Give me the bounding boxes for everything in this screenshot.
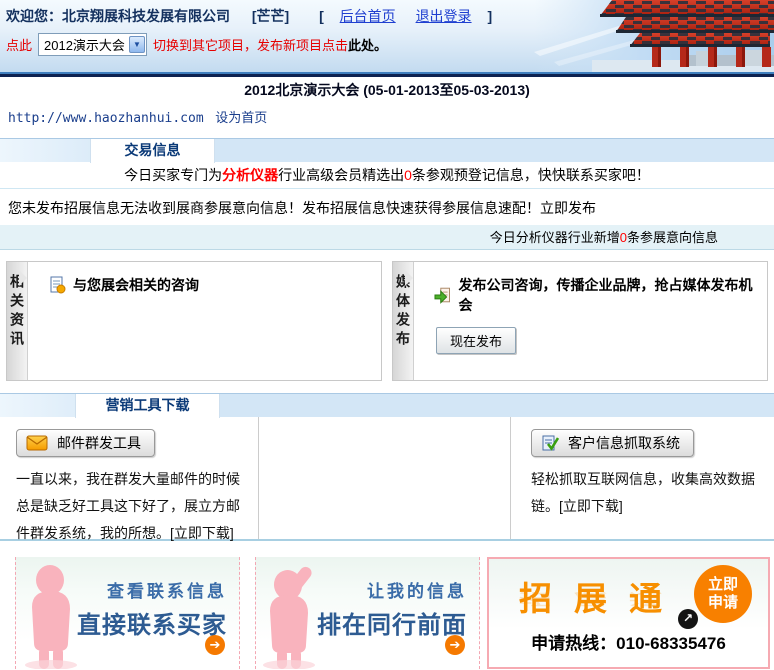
related-news-heading-row: 与您展会相关的咨询 bbox=[48, 275, 371, 295]
media-publish-panel: 媒体发布 发布公司咨询，传播企业品牌，抢占媒体发布机会 现在发布 bbox=[392, 261, 768, 381]
apply-badge-line1: 立即 bbox=[708, 576, 738, 594]
apply-now-badge[interactable]: 立即 申请 bbox=[694, 565, 752, 623]
click-here-link[interactable]: 此处 bbox=[348, 35, 374, 54]
event-title: 2012北京演示大会 (05-01-2013至05-03-2013) bbox=[244, 82, 530, 98]
grab-tool-button-label: 客户信息抓取系统 bbox=[568, 433, 680, 453]
curved-arrow-icon: ↗ bbox=[678, 609, 698, 629]
site-url[interactable]: http://www.haozhanhui.com bbox=[8, 111, 204, 126]
site-bar: http://www.haozhanhui.com 设为首页 bbox=[0, 103, 774, 138]
data-capture-icon bbox=[541, 434, 559, 452]
buyer-message-post: 条参观预登记信息，快快联系买家吧！ bbox=[412, 167, 650, 183]
welcome-text: 欢迎您：北京翔展科技发展有限公司 bbox=[6, 8, 230, 24]
project-select[interactable]: 2012演示大会 ▼ bbox=[38, 33, 147, 56]
buyer-message-pre: 今日买家专门为 bbox=[124, 167, 222, 183]
publish-now-link[interactable]: 立即发布 bbox=[540, 200, 596, 216]
click-here-prefix: 点此 bbox=[6, 35, 32, 54]
backstage-home-link[interactable]: 后台首页 bbox=[340, 8, 396, 24]
document-icon bbox=[48, 276, 66, 294]
publish-news-icon bbox=[434, 286, 451, 304]
rank-banner-line2: 排在同行前面 bbox=[317, 605, 467, 640]
hotline-number: 010-68335476 bbox=[616, 634, 726, 653]
arrow-circle-icon: ➔ bbox=[445, 635, 465, 655]
trade-tabstrip: 交易信息 bbox=[0, 138, 774, 162]
promo-banners: 查看联系信息 直接联系买家 ➔ 让我的信息 排在同行前面 ➔ 招展通 招展通 bbox=[0, 557, 774, 669]
zhaozhantong-banner[interactable]: 招展通 招展通 立即 申请 ↗ 申请热线：010-68335476 bbox=[487, 557, 770, 669]
zhaozhantong-brand-reflection: 招展通 bbox=[519, 589, 684, 611]
buyer-message-mid: 行业高级会员精选出 bbox=[278, 167, 404, 183]
period-text: 。 bbox=[374, 35, 387, 54]
buyer-message: 今日买家专门为分析仪器行业高级会员精选出0条参观预登记信息，快快联系买家吧！ bbox=[0, 162, 774, 189]
email-tool-download-link[interactable]: [立即下载] bbox=[170, 525, 234, 541]
arrow-circle-icon: ➔ bbox=[205, 635, 225, 655]
set-homepage-link[interactable]: 设为首页 bbox=[215, 110, 267, 125]
contact-buyers-banner[interactable]: 查看联系信息 直接联系买家 ➔ bbox=[15, 557, 240, 669]
email-tool-description: 一直以来，我在群发大量邮件的时候总是缺乏好工具这下好了，展立方邮件群发系统，我的… bbox=[16, 466, 244, 547]
related-news-body: 与您展会相关的咨询 bbox=[28, 262, 381, 380]
contact-banner-line2: 直接联系买家 bbox=[77, 605, 227, 640]
hotline-label: 申请热线： bbox=[531, 634, 616, 653]
media-publish-side-label: 媒体发布 bbox=[393, 274, 413, 380]
contact-banner-text: 查看联系信息 直接联系买家 bbox=[77, 577, 227, 640]
intent-count-pre: 今日分析仪器行业新增 bbox=[490, 230, 620, 245]
exhibitor-backend-page: 欢迎您：北京翔展科技发展有限公司 [芒芒] [ 后台首页 退出登录 ] 点此 2… bbox=[0, 0, 774, 670]
email-tool-button-label: 邮件群发工具 bbox=[57, 433, 141, 453]
welcome-bar: 欢迎您：北京翔展科技发展有限公司 [芒芒] [ 后台首页 退出登录 ] bbox=[0, 0, 774, 26]
intent-count-post: 条参展意向信息 bbox=[627, 230, 718, 245]
grab-tool-button[interactable]: 客户信息抓取系统 bbox=[531, 429, 694, 457]
project-select-value: 2012演示大会 bbox=[44, 35, 129, 54]
media-publish-body: 发布公司咨询，传播企业品牌，抢占媒体发布机会 现在发布 bbox=[414, 262, 767, 380]
grab-tool-download-link[interactable]: [立即下载] bbox=[559, 498, 623, 514]
rank-banner-text: 让我的信息 排在同行前面 bbox=[317, 577, 467, 640]
user-nickname: [芒芒] bbox=[252, 8, 289, 24]
tab-marketing-tools[interactable]: 营销工具下载 bbox=[75, 394, 220, 418]
media-publish-heading-row: 发布公司咨询，传播企业品牌，抢占媒体发布机会 bbox=[434, 275, 757, 315]
event-title-bar: 2012北京演示大会 (05-01-2013至05-03-2013) bbox=[0, 77, 774, 103]
visitor-count: 0 bbox=[404, 167, 412, 183]
media-publish-side-strip: 媒体发布 bbox=[393, 262, 414, 380]
related-news-panel: 相关资讯 与您展会相关的咨询 bbox=[6, 261, 382, 381]
industry-highlight: 分析仪器 bbox=[222, 167, 278, 183]
hotline-row: 申请热线：010-68335476 bbox=[489, 629, 768, 654]
intent-count-row: 今日分析仪器行业新增0条参展意向信息 bbox=[0, 225, 774, 250]
bracket-open: [ bbox=[319, 8, 324, 24]
related-news-side-label: 相关资讯 bbox=[7, 274, 27, 380]
switch-project-text: 切换到其它项目，发布新项目点击 bbox=[153, 35, 348, 54]
empty-tool-column bbox=[258, 417, 510, 539]
envelope-icon bbox=[26, 435, 48, 451]
marketing-tools-box: 邮件群发工具 一直以来，我在群发大量邮件的时候总是缺乏好工具这下好了，展立方邮件… bbox=[0, 417, 774, 541]
publish-invite-text: 您未发布招展信息无法收到展商参展意向信息！发布招展信息快速获得参展信息速配！ bbox=[8, 200, 540, 216]
page-header: 欢迎您：北京翔展科技发展有限公司 [芒芒] [ 后台首页 退出登录 ] 点此 2… bbox=[0, 0, 774, 72]
publish-now-button[interactable]: 现在发布 bbox=[436, 327, 516, 354]
rank-banner-line1: 让我的信息 bbox=[317, 577, 467, 602]
project-switch-bar: 点此 2012演示大会 ▼ 切换到其它项目，发布新项目点击此处。 bbox=[0, 26, 774, 56]
intent-count: 0 bbox=[620, 230, 627, 245]
tab-trade-info[interactable]: 交易信息 bbox=[90, 139, 215, 163]
contact-banner-line1: 查看联系信息 bbox=[77, 577, 227, 602]
email-tool-column: 邮件群发工具 一直以来，我在群发大量邮件的时候总是缺乏好工具这下好了，展立方邮件… bbox=[0, 417, 258, 539]
info-panels: 相关资讯 与您展会相关的咨询 媒体发布 bbox=[0, 261, 774, 381]
chevron-down-icon: ▼ bbox=[129, 36, 145, 53]
grab-tool-description: 轻松抓取互联网信息，收集高效数据链。[立即下载] bbox=[531, 466, 760, 520]
media-publish-heading: 发布公司咨询，传播企业品牌，抢占媒体发布机会 bbox=[458, 275, 757, 315]
tools-tabstrip: 营销工具下载 bbox=[0, 393, 774, 417]
grab-tool-column: 客户信息抓取系统 轻松抓取互联网信息，收集高效数据链。[立即下载] bbox=[510, 417, 774, 539]
related-news-heading: 与您展会相关的咨询 bbox=[73, 275, 199, 295]
logout-link[interactable]: 退出登录 bbox=[416, 8, 472, 24]
email-tool-button[interactable]: 邮件群发工具 bbox=[16, 429, 155, 457]
related-news-side-strip: 相关资讯 bbox=[7, 262, 28, 380]
bracket-close: ] bbox=[487, 8, 492, 24]
publish-invite-message: 您未发布招展信息无法收到展商参展意向信息！发布招展信息快速获得参展信息速配！立即… bbox=[0, 189, 774, 225]
rank-first-banner[interactable]: 让我的信息 排在同行前面 ➔ bbox=[255, 557, 480, 669]
apply-badge-line2: 申请 bbox=[708, 594, 738, 612]
